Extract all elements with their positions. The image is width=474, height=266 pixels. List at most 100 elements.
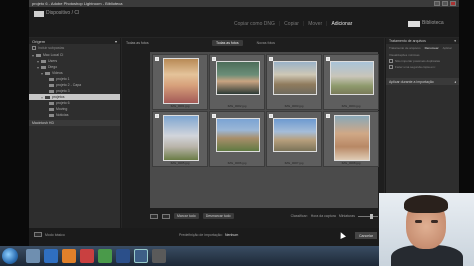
lightroom-icon[interactable] <box>134 249 148 263</box>
second-copy-checkbox[interactable] <box>389 65 393 69</box>
panel-collapse-icon[interactable]: ▾ <box>115 39 117 44</box>
folder-icon <box>45 95 50 99</box>
import-mode-label: Modo básico <box>45 232 65 237</box>
photo-cell[interactable]: IMG_0001.jpg <box>152 54 208 110</box>
person-hair <box>404 195 448 213</box>
photo-thumbnail[interactable] <box>216 118 260 152</box>
folder-icon <box>49 77 54 81</box>
app-icon[interactable] <box>152 249 166 263</box>
maximize-button[interactable] <box>442 1 448 6</box>
source-panel-title: Origem <box>32 38 46 44</box>
sort-control: Classificar: Hora da captura Miniaturas <box>291 213 378 219</box>
photo-thumbnail[interactable] <box>273 61 317 95</box>
tree-item[interactable]: Noticias <box>29 112 120 118</box>
photo-thumbnail[interactable] <box>163 115 199 161</box>
photoshop-icon[interactable] <box>116 249 130 263</box>
folder-icon <box>49 113 54 117</box>
window-controls <box>434 1 456 6</box>
source-device-icon <box>34 11 44 17</box>
close-button[interactable] <box>450 1 456 6</box>
photo-caption: IMG_0007.jpg <box>284 161 304 165</box>
check-all-button[interactable]: Marcar tudo <box>174 213 199 219</box>
photo-caption: IMG_0008.jpg <box>341 161 361 165</box>
include-subfolders-checkbox[interactable] <box>32 46 36 51</box>
apply-during-import-header[interactable]: Aplicar durante a importação ◂ <box>386 78 459 85</box>
expand-icon[interactable] <box>34 232 42 237</box>
webcam-overlay <box>379 193 474 266</box>
duplicates-checkbox[interactable] <box>389 59 393 63</box>
folder-icon <box>49 107 54 111</box>
window-title: projeto 6 - Adobe Photoshop Lightroom - … <box>32 1 123 6</box>
photo-caption: IMG_0006.jpg <box>227 161 247 165</box>
chrome-icon[interactable] <box>98 249 112 263</box>
photo-cell[interactable]: IMG_0004.jpg <box>323 54 379 110</box>
photo-grid-panel: Todas as fotos Todas as fotos Novas foto… <box>122 38 384 228</box>
source-label[interactable]: Dispositivo / Cl <box>46 10 79 16</box>
sort-select[interactable]: Hora da captura <box>311 214 336 218</box>
mode-move[interactable]: Mover <box>308 21 322 27</box>
import-mode-tabs: Copiar como DNG | Copiar | Mover | Adici… <box>234 21 353 27</box>
grid-header: Todas as fotos Todas as fotos Novas foto… <box>122 38 384 48</box>
photo-cell[interactable]: IMG_0008.jpg <box>323 111 379 167</box>
destination-label[interactable]: Biblioteca <box>422 20 444 26</box>
second-copy-row[interactable]: Fazer uma segunda cópia em: <box>386 64 459 70</box>
photo-thumbnail[interactable] <box>330 61 374 95</box>
destination-icon <box>408 21 420 27</box>
minimize-button[interactable] <box>434 1 440 6</box>
explorer-icon[interactable] <box>26 249 40 263</box>
loupe-view-icon[interactable] <box>162 213 170 219</box>
mode-copy[interactable]: Copiar <box>284 21 299 27</box>
photo-grid: IMG_0001.jpg IMG_0002.jpg IMG_0003.jpg IMG_… <box>150 52 379 208</box>
import-mode-toggle[interactable]: Modo básico <box>34 232 65 237</box>
folder-icon <box>45 71 50 75</box>
view-tabs: Todas as fotos Novas fotos <box>212 40 279 46</box>
photo-checkbox[interactable] <box>155 114 159 118</box>
mode-copy-dng[interactable]: Copiar como DNG <box>234 21 275 27</box>
panel-collapse-icon[interactable]: ◂ <box>454 80 456 84</box>
photo-caption: IMG_0001.jpg <box>170 104 190 108</box>
source-panel: Origem ▾ Incluir subpastas ▾ Mac Local Cl… <box>29 38 121 228</box>
drive-icon <box>36 53 41 57</box>
tab-all-photos[interactable]: Todas as fotos <box>212 40 243 46</box>
include-subfolders-row: Incluir subpastas <box>29 44 120 52</box>
photo-checkbox[interactable] <box>326 114 330 118</box>
photo-cell[interactable]: IMG_0003.jpg <box>266 54 322 110</box>
photo-cell[interactable]: IMG_0006.jpg <box>209 111 265 167</box>
photo-cell[interactable]: IMG_0007.jpg <box>266 111 322 167</box>
browser-icon[interactable] <box>44 249 58 263</box>
grid-toolbar: Marcar tudo Desmarcar tudo Classificar: … <box>150 211 378 221</box>
title-bar: projeto 6 - Adobe Photoshop Lightroom - … <box>29 0 459 7</box>
panel-collapse-icon[interactable]: ▾ <box>454 39 456 43</box>
start-button[interactable] <box>2 248 18 264</box>
cancel-button[interactable]: Cancelar <box>355 232 377 239</box>
drive-header[interactable]: Macintosh HD <box>29 120 120 126</box>
photo-thumbnail[interactable] <box>163 58 199 104</box>
person-eye <box>431 220 438 223</box>
thumbnail-size-slider[interactable] <box>358 213 378 219</box>
uncheck-all-button[interactable]: Desmarcar tudo <box>202 213 234 219</box>
tab-rename[interactable]: Renomear <box>425 46 439 50</box>
tab-apply[interactable]: Aplicar <box>443 46 452 50</box>
grid-view-icon[interactable] <box>150 213 158 219</box>
firefox-icon[interactable] <box>62 249 76 263</box>
photo-cell[interactable]: IMG_0005.jpg <box>152 111 208 167</box>
folder-tree: ▾ Mac Local Cl ▾ Users ▾ Diego ▾ Videos proj… <box>29 52 120 118</box>
photo-thumbnail[interactable] <box>334 115 370 161</box>
right-panel-tabs: Tratamento de arquivos Renomear Aplicar <box>386 44 459 52</box>
tab-file-handling[interactable]: Tratamento de arquivos <box>389 46 421 50</box>
folder-icon <box>41 59 46 63</box>
photo-cell[interactable]: IMG_0002.jpg <box>209 54 265 110</box>
person-eye <box>415 220 422 223</box>
grid-header-label: Todas as fotos <box>126 41 149 45</box>
include-subfolders-label[interactable]: Incluir subpastas <box>32 46 64 51</box>
media-icon[interactable] <box>80 249 94 263</box>
photo-thumbnail[interactable] <box>216 61 260 95</box>
photo-thumbnail[interactable] <box>273 118 317 152</box>
slider-handle[interactable] <box>370 213 373 219</box>
photo-checkbox[interactable] <box>155 57 159 61</box>
photo-caption: IMG_0005.jpg <box>170 161 190 165</box>
preset-select[interactable]: Nenhum <box>225 233 238 237</box>
tab-new-photos[interactable]: Novas fotos <box>253 40 279 46</box>
folder-icon <box>49 83 54 87</box>
mode-add[interactable]: Adicionar <box>331 21 352 27</box>
